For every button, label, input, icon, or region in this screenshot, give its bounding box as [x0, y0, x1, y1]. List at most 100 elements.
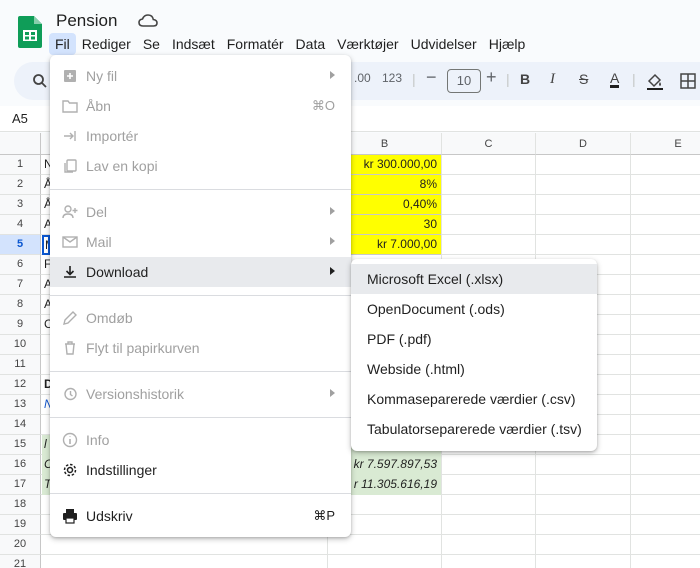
menu-make-copy[interactable]: Lav en kopi — [50, 151, 351, 181]
menu-rename-label: Omdøb — [86, 310, 133, 326]
menu-file[interactable]: Fil — [49, 33, 76, 55]
app-header: Pension Fil Rediger Se Indsæt Formatér D… — [0, 0, 700, 60]
download-html[interactable]: Webside (.html) — [351, 354, 597, 384]
menu-print[interactable]: Udskriv ⌘P — [50, 501, 351, 531]
download-pdf[interactable]: PDF (.pdf) — [351, 324, 597, 354]
download-ods-label: OpenDocument (.ods) — [367, 301, 505, 317]
menu-move-to-trash-label: Flyt til papirkurven — [86, 340, 200, 356]
download-ods[interactable]: OpenDocument (.ods) — [351, 294, 597, 324]
row-header-1[interactable]: 1 — [0, 155, 41, 175]
row-header-7[interactable]: 7 — [0, 275, 41, 295]
italic-button[interactable]: I — [550, 71, 555, 88]
row-header-9[interactable]: 9 — [0, 315, 41, 335]
fill-color-icon[interactable] — [646, 72, 664, 90]
row-header-11[interactable]: 11 — [0, 355, 41, 375]
menu-mail[interactable]: Mail — [50, 227, 351, 257]
history-icon — [64, 387, 77, 401]
submenu-arrow-icon — [330, 237, 335, 245]
row-header-8[interactable]: 8 — [0, 295, 41, 315]
file-menu: Ny fil Åbn ⌘O Importér Lav en kopi Del M… — [50, 55, 351, 537]
row-header-14[interactable]: 14 — [0, 415, 41, 435]
row-header-2[interactable]: 2 — [0, 175, 41, 195]
menu-open[interactable]: Åbn ⌘O — [50, 91, 351, 121]
menu-info[interactable]: Info — [50, 425, 351, 455]
menu-print-label: Udskriv — [86, 508, 133, 524]
menu-insert[interactable]: Indsæt — [166, 33, 221, 55]
menu-new-file[interactable]: Ny fil — [50, 61, 351, 91]
menu-tools[interactable]: Værktøjer — [331, 33, 404, 55]
row-header-5[interactable]: 5 — [0, 235, 41, 255]
row-header-12[interactable]: 12 — [0, 375, 41, 395]
bold-button[interactable]: B — [520, 71, 530, 87]
row-header-10[interactable]: 10 — [0, 335, 41, 355]
menu-download[interactable]: Download — [50, 257, 351, 287]
submenu-arrow-icon — [330, 389, 335, 397]
row-header-16[interactable]: 16 — [0, 455, 41, 475]
row-header-18[interactable]: 18 — [0, 495, 41, 515]
menu-import[interactable]: Importér — [50, 121, 351, 151]
row-header-3[interactable]: 3 — [0, 195, 41, 215]
row-header-17[interactable]: 17 — [0, 475, 41, 495]
menu-print-shortcut: ⌘P — [313, 508, 335, 523]
menu-edit[interactable]: Rediger — [76, 33, 137, 55]
menu-rename[interactable]: Omdøb — [50, 303, 351, 333]
share-icon — [62, 205, 78, 219]
download-tsv[interactable]: Tabulatorseparerede værdier (.tsv) — [351, 414, 597, 444]
rename-icon — [63, 311, 77, 325]
menu-share[interactable]: Del — [50, 197, 351, 227]
menu-version-history[interactable]: Versionshistorik — [50, 379, 351, 409]
column-header-e[interactable]: E — [631, 133, 700, 155]
grid-line — [630, 155, 631, 568]
toolbar-divider: | — [412, 71, 416, 87]
select-all-corner[interactable] — [0, 133, 41, 155]
name-box[interactable]: A5 — [12, 111, 28, 126]
decrease-font-size-button[interactable]: − — [426, 67, 437, 88]
menu-help[interactable]: Hjælp — [483, 33, 532, 55]
menu-import-label: Importér — [86, 128, 139, 144]
font-size-input[interactable]: 10 — [447, 69, 481, 93]
menu-view[interactable]: Se — [137, 33, 166, 55]
menu-separator — [50, 417, 351, 418]
menu-open-label: Åbn — [86, 98, 111, 114]
column-header-c[interactable]: C — [442, 133, 536, 155]
menu-extensions[interactable]: Udvidelser — [405, 33, 483, 55]
menu-settings[interactable]: Indstillinger — [50, 455, 351, 485]
download-tsv-label: Tabulatorseparerede værdier (.tsv) — [367, 421, 582, 437]
row-header-21[interactable]: 21 — [0, 555, 41, 568]
cell-a5[interactable]: M — [42, 235, 50, 255]
borders-icon[interactable] — [680, 73, 696, 89]
cloud-saved-icon[interactable] — [138, 13, 158, 29]
import-icon — [64, 131, 76, 141]
gear-icon — [63, 463, 77, 477]
menu-share-label: Del — [86, 204, 108, 220]
menu-format[interactable]: Formatér — [221, 33, 290, 55]
folder-icon — [62, 100, 78, 113]
strikethrough-button[interactable]: S — [579, 71, 588, 87]
submenu-arrow-icon — [330, 71, 335, 79]
text-color-button[interactable]: A — [610, 71, 620, 88]
download-csv-label: Kommaseparerede værdier (.csv) — [367, 391, 576, 407]
new-file-icon — [64, 70, 76, 82]
sheets-logo-icon[interactable] — [18, 16, 42, 48]
info-icon — [62, 432, 78, 448]
column-header-d[interactable]: D — [536, 133, 631, 155]
download-csv[interactable]: Kommaseparerede værdier (.csv) — [351, 384, 597, 414]
row-header-15[interactable]: 15 — [0, 435, 41, 455]
download-xlsx[interactable]: Microsoft Excel (.xlsx) — [351, 264, 597, 294]
row-header-4[interactable]: 4 — [0, 215, 41, 235]
row-header-6[interactable]: 6 — [0, 255, 41, 275]
printer-icon — [63, 509, 77, 524]
search-menus-icon[interactable] — [32, 73, 48, 89]
row-header-13[interactable]: 13 — [0, 395, 41, 415]
menu-make-copy-label: Lav en kopi — [86, 158, 158, 174]
row-header-19[interactable]: 19 — [0, 515, 41, 535]
number-format-button[interactable]: 123 — [382, 71, 402, 85]
trash-icon — [65, 341, 75, 355]
increase-font-size-button[interactable]: + — [486, 67, 497, 88]
menu-download-label: Download — [86, 264, 149, 280]
row-header-20[interactable]: 20 — [0, 535, 41, 555]
menu-data[interactable]: Data — [290, 33, 332, 55]
increase-decimal-button[interactable]: .00 — [354, 71, 371, 85]
menu-move-to-trash[interactable]: Flyt til papirkurven — [50, 333, 351, 363]
document-title[interactable]: Pension — [56, 11, 117, 31]
